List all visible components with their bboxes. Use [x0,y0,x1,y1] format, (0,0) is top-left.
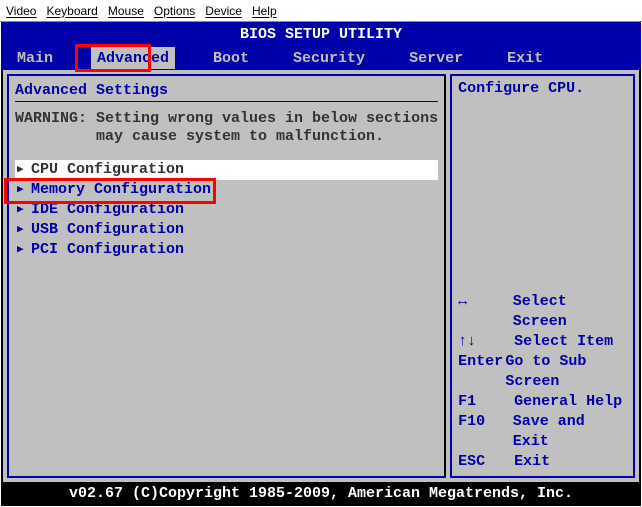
tab-server[interactable]: Server [403,47,469,69]
triangle-icon: ▶ [17,220,31,240]
menu-list: ▶ CPU Configuration ▶ Memory Configurati… [15,160,438,260]
context-help: Configure CPU. [458,80,627,97]
key-row: ↑↓Select Item [458,332,627,352]
tab-security[interactable]: Security [287,47,371,69]
menu-item-ide-configuration[interactable]: ▶ IDE Configuration [15,200,438,220]
menu-item-label: USB Configuration [31,220,184,240]
menu-item-memory-configuration[interactable]: ▶ Memory Configuration [15,180,438,200]
host-menu-keyboard[interactable]: Keyboard [46,4,97,18]
key-row: F1General Help [458,392,627,412]
menu-item-label: PCI Configuration [31,240,184,260]
tab-advanced[interactable]: Advanced [91,47,175,69]
tab-boot[interactable]: Boot [207,47,255,69]
menu-item-label: CPU Configuration [31,160,184,180]
heading-divider [15,101,438,102]
menu-item-label: IDE Configuration [31,200,184,220]
key-legend: ↔Select Screen ↑↓Select Item EnterGo to … [458,292,627,472]
triangle-icon: ▶ [17,160,31,180]
triangle-icon: ▶ [17,180,31,200]
host-menu-mouse[interactable]: Mouse [108,4,144,18]
key-row: EnterGo to Sub Screen [458,352,627,392]
host-menu-help[interactable]: Help [252,4,277,18]
tab-exit[interactable]: Exit [501,47,549,69]
triangle-icon: ▶ [17,240,31,260]
menu-item-cpu-configuration[interactable]: ▶ CPU Configuration [15,160,438,180]
host-menu-options[interactable]: Options [154,4,195,18]
host-menu-device[interactable]: Device [205,4,242,18]
bios-title: BIOS SETUP UTILITY [1,22,641,46]
menu-item-label: Memory Configuration [31,180,211,200]
menu-item-usb-configuration[interactable]: ▶ USB Configuration [15,220,438,240]
host-menu-video[interactable]: Video [6,4,36,18]
left-pane: Advanced Settings WARNING: Setting wrong… [7,74,446,478]
warning-text: WARNING: Setting wrong values in below s… [15,110,438,146]
right-pane: Configure CPU. ↔Select Screen ↑↓Select I… [450,74,635,478]
key-row: ↔Select Screen [458,292,627,332]
bios-screen: BIOS SETUP UTILITY Main Advanced Boot Se… [1,22,641,506]
bios-tab-row: Main Advanced Boot Security Server Exit [1,46,641,70]
menu-item-pci-configuration[interactable]: ▶ PCI Configuration [15,240,438,260]
bios-footer: v02.67 (C)Copyright 1985-2009, American … [1,484,641,506]
key-row: F10Save and Exit [458,412,627,452]
triangle-icon: ▶ [17,200,31,220]
bios-body: Advanced Settings WARNING: Setting wrong… [1,70,641,484]
section-heading: Advanced Settings [15,80,438,101]
tab-main[interactable]: Main [11,47,59,69]
host-menubar: Video Keyboard Mouse Options Device Help [0,0,642,22]
key-row: ESCExit [458,452,627,472]
